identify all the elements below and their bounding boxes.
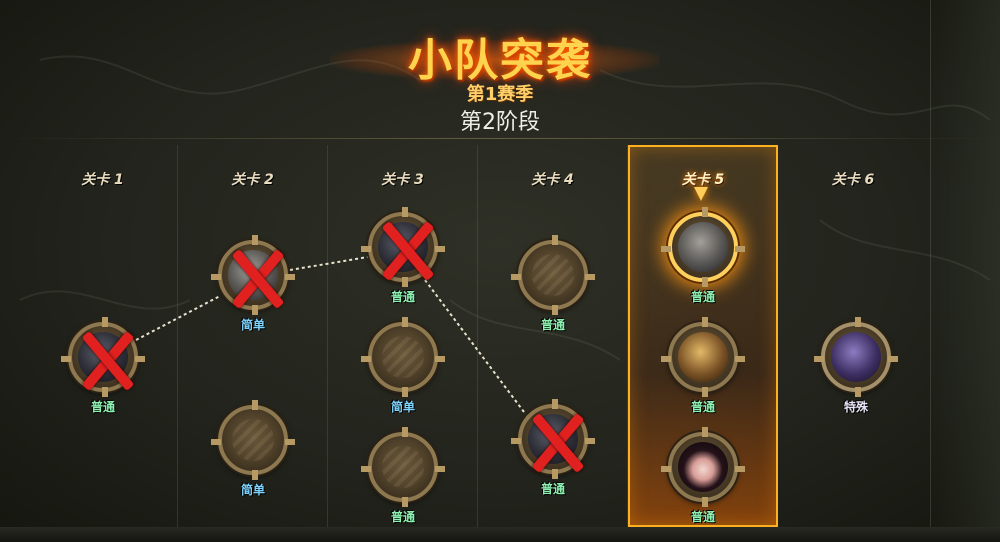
stage-column-label: 关卡 4 — [531, 172, 574, 188]
difficulty-label: 普通 — [690, 510, 715, 524]
season-label: 第1赛季 — [466, 84, 534, 105]
stage-column-label: 关卡 6 — [831, 172, 875, 188]
locked-emblem-icon — [532, 254, 574, 296]
difficulty-label: 普通 — [390, 290, 415, 304]
event-title: 小队突袭 — [408, 35, 592, 86]
difficulty-label: 简单 — [240, 483, 265, 497]
header: 小队突袭 第1赛季 第2阶段 — [0, 0, 1000, 140]
enemy-medal — [211, 235, 295, 315]
enemy-medal — [661, 207, 745, 287]
stage-column-label: 关卡 5 — [681, 172, 725, 188]
enemy-medal — [661, 427, 745, 507]
enemy-node-5-3[interactable]: 普通 — [661, 427, 745, 528]
purple-armor-portrait-icon — [831, 332, 881, 382]
defeated-cross-icon — [76, 328, 138, 390]
header-divider — [0, 138, 1000, 139]
difficulty-label: 特殊 — [843, 400, 868, 414]
enemy-node-3-1[interactable]: 普通 — [361, 207, 445, 308]
enemy-node-4-2[interactable]: 普通 — [511, 399, 595, 500]
difficulty-label: 普通 — [690, 290, 715, 304]
enemy-node-3-3[interactable]: 普通 — [361, 427, 445, 528]
enemy-node-5-1[interactable]: 普通 — [661, 207, 745, 308]
enemy-medal — [511, 399, 595, 479]
dark-hair-girl-portrait-icon — [678, 442, 728, 492]
enemy-medal — [361, 427, 445, 507]
enemy-medal — [361, 207, 445, 287]
enemy-node-5-2[interactable]: 普通 — [661, 317, 745, 418]
enemy-medal — [814, 317, 898, 397]
current-stage-pointer — [694, 187, 708, 201]
enemy-node-2-2[interactable]: 简单 — [211, 400, 295, 501]
difficulty-label: 简单 — [240, 318, 265, 332]
enemy-node-3-2[interactable]: 简单 — [361, 317, 445, 418]
difficulty-label: 普通 — [540, 482, 565, 496]
defeated-cross-icon — [226, 246, 288, 308]
stage-column-label: 关卡 2 — [231, 172, 274, 188]
bottom-bar — [0, 527, 1000, 542]
locked-emblem-icon — [382, 446, 424, 488]
locked-emblem-icon — [232, 419, 274, 461]
stone-golem-portrait-icon — [678, 222, 728, 272]
enemy-node-4-1[interactable]: 普通 — [511, 235, 595, 336]
difficulty-label: 简单 — [390, 400, 415, 414]
boss-node-6-1[interactable]: 特殊 — [814, 317, 898, 418]
locked-emblem-icon — [382, 336, 424, 378]
enemy-medal — [511, 235, 595, 315]
defeated-cross-icon — [526, 410, 588, 472]
enemy-medal — [361, 317, 445, 397]
stage-column-label: 关卡 1 — [81, 172, 124, 188]
difficulty-label: 普通 — [390, 510, 415, 524]
enemy-node-1-1[interactable]: 普通 — [61, 317, 145, 418]
difficulty-label: 普通 — [90, 400, 115, 414]
difficulty-label: 普通 — [690, 400, 715, 414]
enemy-medal — [661, 317, 745, 397]
stage-label: 第2阶段 — [460, 110, 540, 135]
enemy-node-2-1[interactable]: 简单 — [211, 235, 295, 336]
defeated-cross-icon — [376, 218, 438, 280]
enemy-medal — [61, 317, 145, 397]
enemy-medal — [211, 400, 295, 480]
stage-column-label: 关卡 3 — [381, 172, 424, 188]
gold-armor-portrait-icon — [678, 332, 728, 382]
difficulty-label: 普通 — [540, 318, 565, 332]
